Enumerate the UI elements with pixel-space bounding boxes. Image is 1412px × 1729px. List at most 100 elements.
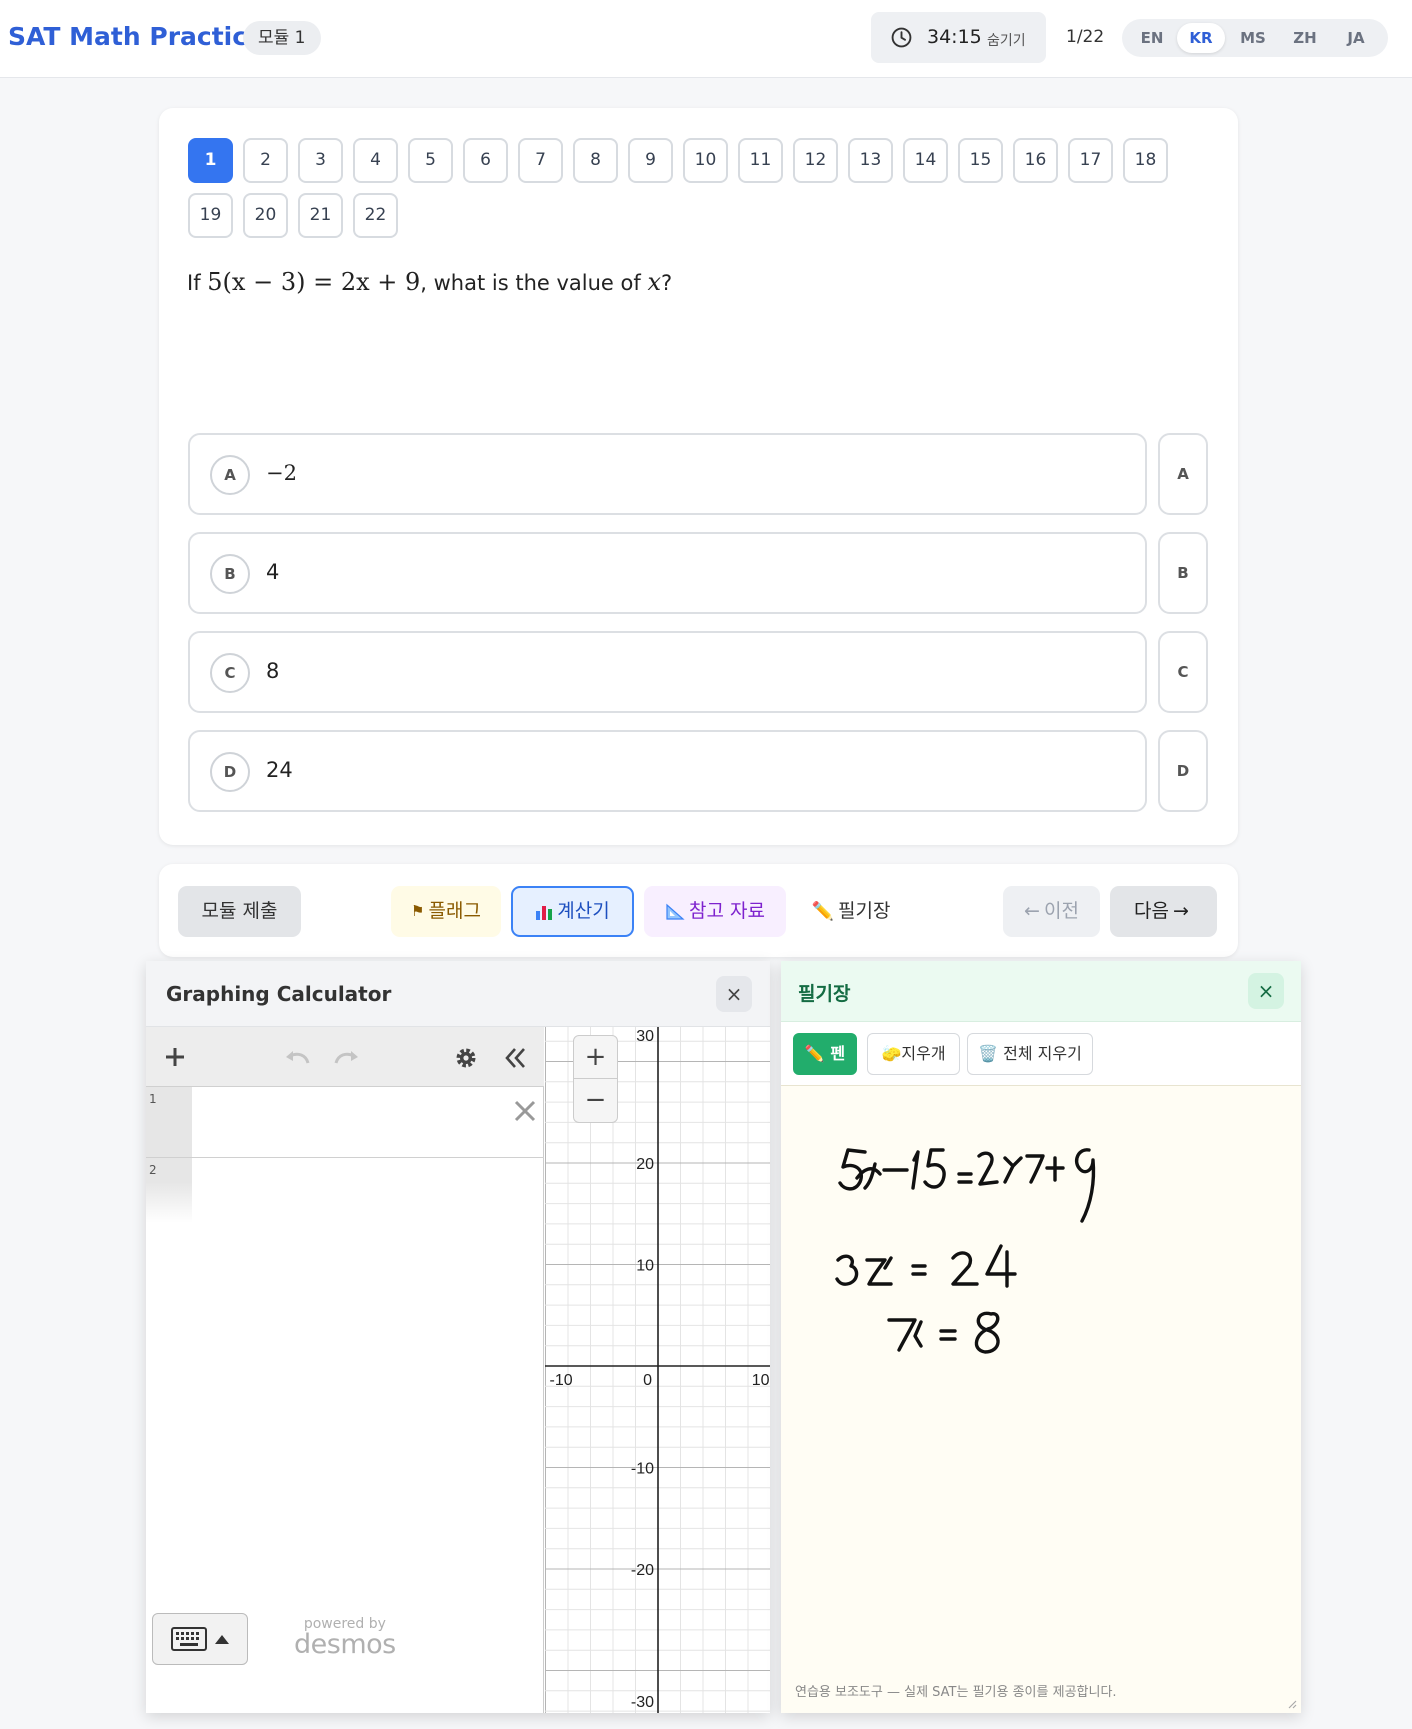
timer-value: 34:15: [927, 26, 982, 48]
flag-icon: ⚑: [411, 902, 425, 920]
bar-chart-icon: [536, 905, 553, 920]
language-switcher: EN KR MS ZH JA: [1122, 19, 1388, 57]
hide-timer-button[interactable]: 숨기기: [987, 30, 1026, 50]
question-nav-16[interactable]: 16: [1013, 138, 1058, 183]
question-end: ?: [660, 271, 673, 295]
delete-expression-icon[interactable]: [513, 1099, 537, 1123]
add-item-icon[interactable]: [164, 1046, 186, 1068]
y-tick-label: 30: [636, 1028, 654, 1045]
next-button[interactable]: 다음 →: [1110, 886, 1217, 937]
eliminate-b-button[interactable]: B: [1158, 532, 1208, 614]
choice-letter: D: [210, 752, 250, 792]
choice-b[interactable]: B 4: [188, 532, 1147, 614]
submit-module-button[interactable]: 모듈 제출: [178, 886, 301, 937]
zoom-in-button[interactable]: +: [574, 1036, 617, 1079]
keyboard-icon: [171, 1627, 207, 1651]
pen-tool-button[interactable]: ✏️ 펜: [793, 1033, 857, 1075]
question-variable: x: [647, 268, 661, 296]
clear-all-button[interactable]: 🗑️ 전체 지우기: [967, 1033, 1093, 1075]
x-tick-label: 10: [752, 1372, 770, 1389]
question-nav-5[interactable]: 5: [408, 138, 453, 183]
handwriting-line-1: [838, 1148, 1096, 1223]
handwriting-line-3: [887, 1311, 1000, 1354]
question-nav-19[interactable]: 19: [188, 193, 233, 238]
graphing-calculator-panel: Graphing Calculator × 1 2 powered by des…: [146, 961, 770, 1713]
expression-toolbar: [146, 1027, 544, 1087]
graph-grid: -10 0 10 30 20 10 -10 -20 -30: [545, 1027, 770, 1713]
pen-label: 펜: [830, 1044, 846, 1063]
next-label: 다음: [1134, 900, 1170, 922]
question-nav-20[interactable]: 20: [243, 193, 288, 238]
scratchpad-close-button[interactable]: ×: [1248, 973, 1284, 1009]
question-nav-4[interactable]: 4: [353, 138, 398, 183]
lang-ja-button[interactable]: JA: [1332, 23, 1380, 53]
y-tick-label: 20: [636, 1156, 654, 1173]
question-nav-1[interactable]: 1: [188, 138, 233, 183]
calculator-close-button[interactable]: ×: [716, 976, 752, 1012]
action-toolbar: 모듈 제출 ⚑ 플래그 계산기 참고 자료 ✏️ 필기장 ← 이전 다음 →: [159, 864, 1238, 957]
expression-list: 1 2 powered by desmos: [146, 1027, 544, 1713]
choice-d[interactable]: D 24: [188, 730, 1147, 812]
question-nav-14[interactable]: 14: [903, 138, 948, 183]
question-card: 1 2 3 4 5 6 7 8 9 10 11 12 13 14 15 16 17 18 19 20 21 22 If 5…: [159, 108, 1238, 845]
graph-paper[interactable]: -10 0 10 30 20 10 -10 -20 -30: [545, 1027, 770, 1713]
scratchpad-button[interactable]: ✏️ 필기장: [796, 886, 906, 937]
question-nav-11[interactable]: 11: [738, 138, 783, 183]
question-nav-3[interactable]: 3: [298, 138, 343, 183]
calculator-header[interactable]: Graphing Calculator ×: [146, 961, 770, 1027]
question-nav-13[interactable]: 13: [848, 138, 893, 183]
question-nav-7[interactable]: 7: [518, 138, 563, 183]
choice-a[interactable]: A −2: [188, 433, 1147, 515]
question-nav-21[interactable]: 21: [298, 193, 343, 238]
question-nav-15[interactable]: 15: [958, 138, 1003, 183]
reference-label: 참고 자료: [689, 900, 765, 922]
question-equation: 5(x − 3) = 2x + 9: [207, 268, 421, 296]
choice-c[interactable]: C 8: [188, 631, 1147, 713]
eraser-label: 지우개: [901, 1044, 946, 1063]
question-nav-17[interactable]: 17: [1068, 138, 1113, 183]
question-nav-22[interactable]: 22: [353, 193, 398, 238]
question-nav-9[interactable]: 9: [628, 138, 673, 183]
redo-icon[interactable]: [332, 1047, 360, 1067]
collapse-list-icon[interactable]: [503, 1046, 527, 1070]
lang-kr-button[interactable]: KR: [1177, 23, 1225, 53]
question-nav-2[interactable]: 2: [243, 138, 288, 183]
question-nav-12[interactable]: 12: [793, 138, 838, 183]
eliminate-c-button[interactable]: C: [1158, 631, 1208, 713]
arrow-left-icon: ←: [1024, 900, 1040, 922]
question-nav-10[interactable]: 10: [683, 138, 728, 183]
scratchpad-header[interactable]: 필기장 ×: [781, 961, 1301, 1022]
lang-en-button[interactable]: EN: [1128, 23, 1176, 53]
previous-button[interactable]: ← 이전: [1003, 886, 1100, 937]
question-nav-18[interactable]: 18: [1123, 138, 1168, 183]
choice-letter: C: [210, 653, 250, 693]
lang-zh-button[interactable]: ZH: [1281, 23, 1329, 53]
question-text: If 5(x − 3) = 2x + 9, what is the value …: [187, 268, 672, 296]
eraser-tool-button[interactable]: 🧽지우개: [867, 1033, 960, 1075]
expression-row-1[interactable]: 1: [146, 1087, 544, 1158]
triangle-ruler-icon: [666, 903, 685, 920]
drawing-canvas[interactable]: [781, 1085, 1301, 1673]
pencil-icon: ✏️: [804, 1044, 825, 1063]
handwriting-strokes: [835, 1148, 1096, 1354]
question-nav-6[interactable]: 6: [463, 138, 508, 183]
undo-icon[interactable]: [284, 1047, 312, 1067]
desmos-wordmark: desmos: [294, 1629, 396, 1660]
keypad-toggle-button[interactable]: [152, 1613, 248, 1665]
calculator-button[interactable]: 계산기: [511, 886, 634, 937]
top-bar: SAT Math Practice 모듈 1 34:15 숨기기 1/22 EN…: [0, 0, 1412, 78]
y-tick-label: -30: [631, 1694, 654, 1711]
choice-value: 8: [266, 659, 280, 683]
eliminate-a-button[interactable]: A: [1158, 433, 1208, 515]
gear-icon[interactable]: [454, 1046, 478, 1070]
calculator-label: 계산기: [557, 900, 610, 922]
reference-button[interactable]: 참고 자료: [644, 886, 786, 937]
zoom-controls: + −: [573, 1035, 618, 1123]
question-nav-8[interactable]: 8: [573, 138, 618, 183]
lang-ms-button[interactable]: MS: [1229, 23, 1277, 53]
expression-row-2[interactable]: 2: [146, 1158, 544, 1226]
zoom-out-button[interactable]: −: [574, 1080, 617, 1123]
flag-button[interactable]: ⚑ 플래그: [391, 886, 501, 937]
eliminate-d-button[interactable]: D: [1158, 730, 1208, 812]
resize-handle-icon[interactable]: [1287, 1699, 1297, 1709]
